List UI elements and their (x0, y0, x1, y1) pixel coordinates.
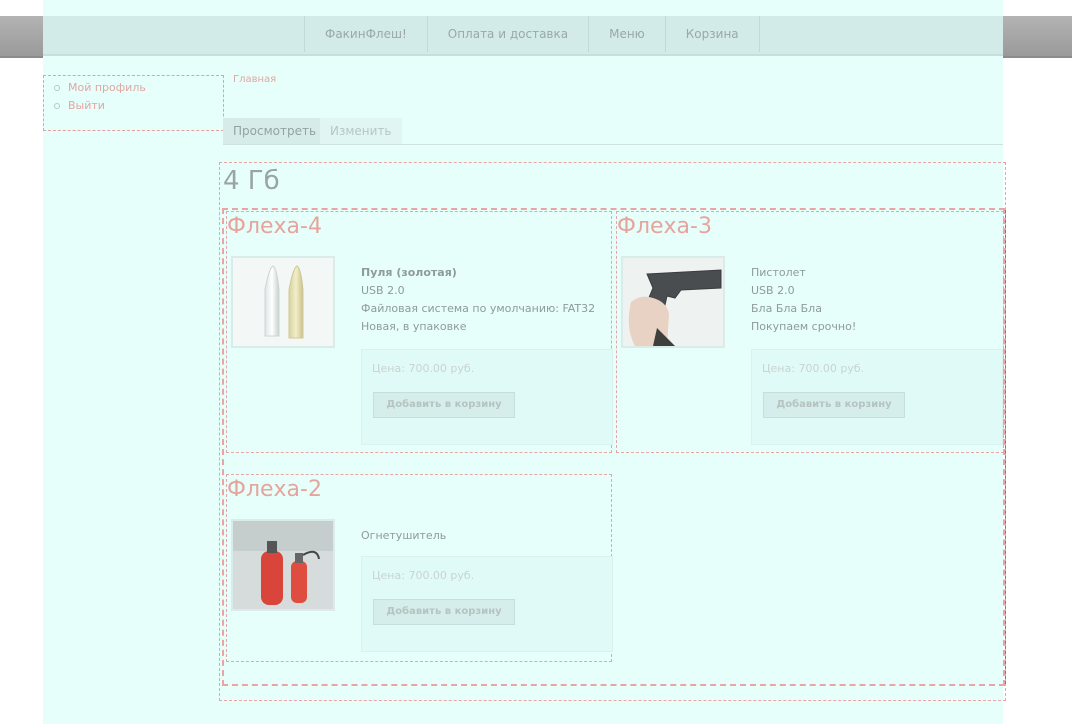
product-price: Цена: 700.00 руб. (762, 362, 865, 375)
product-desc-line: Бла Бла Бла (751, 302, 822, 315)
link-logout[interactable]: Выйти (54, 97, 223, 115)
product-card: Флеха-4 Пуля (золотая) USB 2.0 Файловая … (226, 211, 613, 453)
local-tasks-tabs: Просмотреть Изменить (223, 118, 1003, 145)
fire-extinguisher-icon[interactable] (231, 519, 335, 611)
bullets-icon[interactable] (231, 256, 335, 348)
product-description: Пуля (золотая) USB 2.0 Файловая система … (361, 264, 595, 336)
add-to-cart-button[interactable]: Добавить в корзину (763, 392, 905, 418)
page-container: ФакинФлеш! Оплата и доставка Меню Корзин… (43, 0, 1006, 724)
product-desc-line: USB 2.0 (361, 284, 405, 297)
nav-item-menu[interactable]: Меню (588, 16, 665, 52)
nav-item-payment-delivery[interactable]: Оплата и доставка (426, 16, 588, 52)
product-title[interactable]: Флеха-4 (227, 214, 322, 239)
product-description: Огнетушитель (361, 527, 446, 545)
page-title: 4 Гб (223, 166, 280, 196)
product-card: Флеха-2 Огнетушитель Цена: 700.00 руб. Д… (226, 474, 613, 662)
product-grid: Флеха-4 Пуля (золотая) USB 2.0 Файловая … (222, 208, 1006, 686)
product-title[interactable]: Флеха-2 (227, 477, 322, 502)
add-to-cart-form: Цена: 700.00 руб. Добавить в корзину (751, 349, 1003, 445)
product-desc-line: Пуля (золотая) (361, 266, 457, 279)
add-to-cart-form: Цена: 700.00 руб. Добавить в корзину (361, 556, 613, 652)
add-to-cart-button[interactable]: Добавить в корзину (373, 599, 515, 625)
product-price: Цена: 700.00 руб. (372, 362, 475, 375)
product-desc-line: Огнетушитель (361, 529, 447, 542)
add-to-cart-button[interactable]: Добавить в корзину (373, 392, 515, 418)
product-description: Пистолет USB 2.0 Бла Бла Бла Покупаем ср… (751, 264, 856, 336)
product-desc-line: Новая, в упаковке (361, 320, 467, 333)
product-desc-line: Файловая система по умолчанию: FAT32 (361, 302, 596, 315)
nav-item-cart[interactable]: Корзина (664, 16, 760, 52)
tab-edit[interactable]: Изменить (320, 118, 402, 144)
product-card: Флеха-3 Пистолет USB 2.0 Бла Бла Бла Пок… (616, 211, 1004, 453)
product-title[interactable]: Флеха-3 (617, 214, 712, 239)
product-desc-line: Пистолет (751, 266, 806, 279)
breadcrumb[interactable]: Главная (233, 74, 276, 85)
product-desc-line: Покупаем срочно! (751, 320, 857, 333)
add-to-cart-form: Цена: 700.00 руб. Добавить в корзину (361, 349, 613, 445)
link-my-profile[interactable]: Мой профиль (54, 79, 223, 97)
pistol-icon[interactable] (621, 256, 725, 348)
user-menu-block: Мой профиль Выйти (43, 75, 224, 131)
nav-item-home[interactable]: ФакинФлеш! (304, 16, 427, 52)
primary-nav: ФакинФлеш! Оплата и доставка Меню Корзин… (43, 16, 1003, 56)
product-price: Цена: 700.00 руб. (372, 569, 475, 582)
tab-view[interactable]: Просмотреть (223, 118, 327, 144)
product-desc-line: USB 2.0 (751, 284, 795, 297)
term-content: 4 Гб Флеха-4 Пуля (золотая) USB 2.0 Файл… (219, 162, 1006, 701)
